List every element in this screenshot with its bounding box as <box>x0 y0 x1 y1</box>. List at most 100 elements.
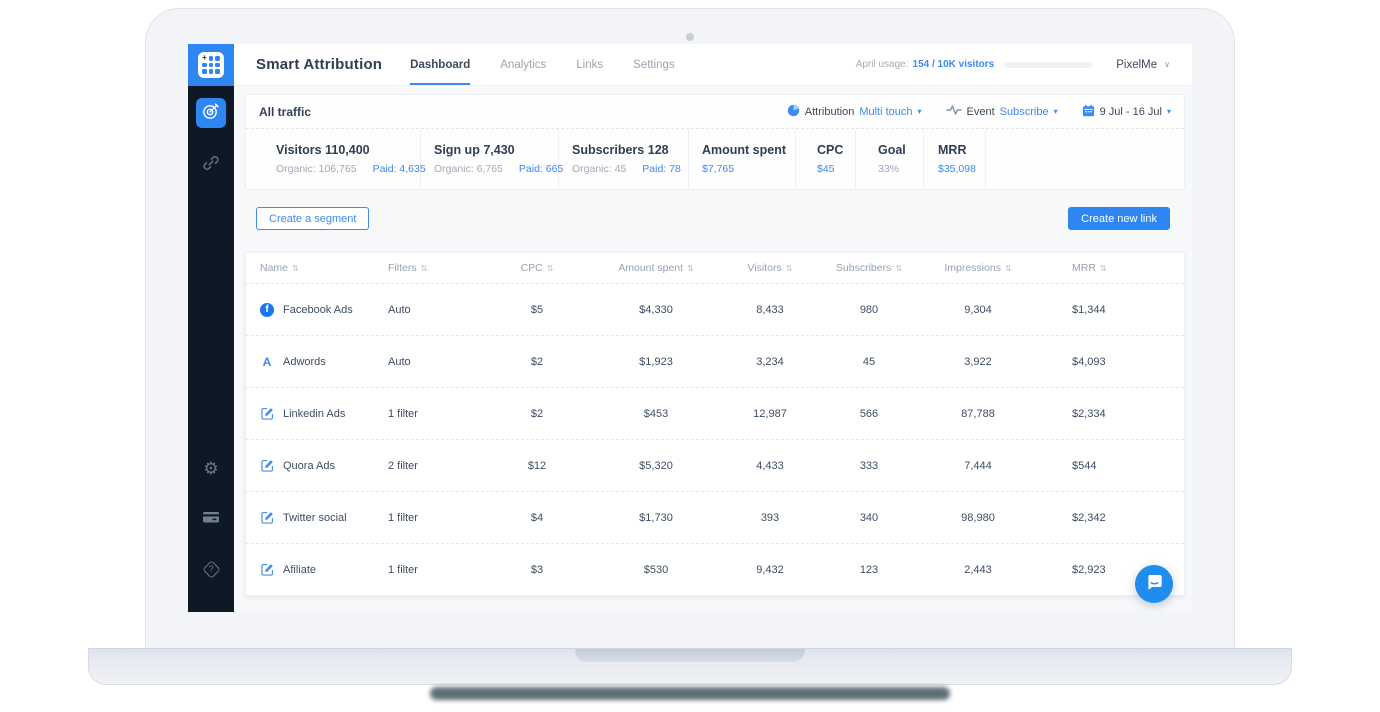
column-label: Visitors <box>748 262 782 274</box>
create-segment-button[interactable]: Create a segment <box>256 207 369 230</box>
pie-chart-icon <box>787 104 800 120</box>
cell-impressions: 87,788 <box>922 408 1034 420</box>
traffic-table: Name⇅Filters⇅CPC⇅Amount spent⇅Visitors⇅S… <box>245 252 1185 596</box>
table-row[interactable]: Twitter social1 filter$4$1,73039334098,9… <box>246 492 1184 544</box>
table-row[interactable]: Quora Ads2 filter$12$5,3204,4333337,444$… <box>246 440 1184 492</box>
column-header-mrr[interactable]: MRR⇅ <box>1034 253 1184 283</box>
edit-icon <box>260 459 274 473</box>
table-row[interactable]: AAdwordsAuto$2$1,9233,234453,922$4,093 <box>246 336 1184 388</box>
edit-icon <box>260 563 274 577</box>
left-rail: + <box>188 44 234 612</box>
column-header-amount[interactable]: Amount spent⇅ <box>588 253 724 283</box>
cell-cpc: $5 <box>486 304 588 316</box>
sort-icon: ⇅ <box>292 264 299 273</box>
sort-icon: ⇅ <box>786 264 793 273</box>
stat-paid: Paid: 78 <box>642 163 681 175</box>
cell-mrr: $544 <box>1034 460 1184 472</box>
stat-paid: Paid: 665 <box>519 163 563 175</box>
cell-name: Linkedin Ads <box>246 407 388 421</box>
cell-name: AAdwords <box>246 355 388 369</box>
stat-value: 33% <box>878 163 899 175</box>
app-header: Smart Attribution Dashboard Analytics Li… <box>234 44 1192 86</box>
cell-impressions: 7,444 <box>922 460 1034 472</box>
app-logo[interactable]: + <box>188 44 234 86</box>
cell-subscribers: 123 <box>816 564 922 576</box>
row-name: Facebook Ads <box>283 304 353 316</box>
stat-value: $7,765 <box>702 163 734 175</box>
facebook-icon: f <box>260 303 274 317</box>
cell-cpc: $4 <box>486 512 588 524</box>
column-header-filters[interactable]: Filters ⇅ <box>388 253 486 283</box>
plus-glyph: + <box>202 56 207 61</box>
cell-amount: $530 <box>588 564 724 576</box>
stat-amount-spent: Amount spent $7,765 <box>689 129 796 189</box>
attribution-dropdown[interactable]: Attribution Multi touch ▾ <box>787 104 922 120</box>
account-name: PixelMe <box>1116 59 1157 71</box>
create-new-link-button[interactable]: Create new link <box>1068 207 1170 230</box>
stat-subscribers: Subscribers 128 Organic: 45 Paid: 78 <box>559 129 689 189</box>
stat-visitors: Visitors 110,400 Organic: 106,765 Paid: … <box>246 129 421 189</box>
sort-icon: ⇅ <box>421 264 428 273</box>
cell-amount: $1,923 <box>588 356 724 368</box>
column-header-impressions[interactable]: Impressions⇅ <box>922 253 1034 283</box>
cell-mrr: $4,093 <box>1034 356 1184 368</box>
edit-icon <box>260 407 274 421</box>
column-header-cpc[interactable]: CPC⇅ <box>486 253 588 283</box>
cell-filters: 1 filter <box>388 512 486 524</box>
cell-filters: 1 filter <box>388 564 486 576</box>
table-row[interactable]: Afiliate1 filter$3$5309,4321232,443$2,92… <box>246 544 1184 595</box>
cell-filters: Auto <box>388 304 486 316</box>
laptop-screen-bezel: + <box>145 8 1235 648</box>
sidebar-item-help[interactable]: ? <box>196 554 226 584</box>
column-label: CPC <box>521 262 543 274</box>
cell-visitors: 9,432 <box>724 564 816 576</box>
stat-value: 128 <box>648 143 669 157</box>
laptop-shadow <box>430 687 950 700</box>
column-label: Name <box>260 262 288 274</box>
sort-icon: ⇅ <box>895 264 902 273</box>
sidebar-item-attribution[interactable] <box>196 98 226 128</box>
sort-icon: ⇅ <box>687 264 694 273</box>
summary-panel: All traffic Attribution Mu <box>245 94 1185 190</box>
cell-impressions: 2,443 <box>922 564 1034 576</box>
cell-filters: Auto <box>388 356 486 368</box>
column-header-name[interactable]: Name ⇅ <box>246 253 388 283</box>
sort-icon: ⇅ <box>1100 264 1107 273</box>
table-header: Name⇅Filters⇅CPC⇅Amount spent⇅Visitors⇅S… <box>246 253 1184 284</box>
tab-dashboard[interactable]: Dashboard <box>410 44 470 85</box>
cell-mrr: $2,342 <box>1034 512 1184 524</box>
date-range-picker[interactable]: 9 Jul - 16 Jul ▾ <box>1082 104 1171 120</box>
intercom-chat-button[interactable] <box>1135 565 1173 603</box>
table-row[interactable]: fFacebook AdsAuto$5$4,3308,4339809,304$1… <box>246 284 1184 336</box>
event-dropdown[interactable]: Event Subscribe ▾ <box>946 104 1058 119</box>
account-menu[interactable]: PixelMe ∨ <box>1116 59 1170 71</box>
tab-links[interactable]: Links <box>576 44 603 85</box>
cell-visitors: 393 <box>724 512 816 524</box>
row-name: Linkedin Ads <box>283 408 345 420</box>
cell-amount: $453 <box>588 408 724 420</box>
column-label: Filters <box>388 262 417 274</box>
table-row[interactable]: Linkedin Ads1 filter$2$45312,98756687,78… <box>246 388 1184 440</box>
main-column: Smart Attribution Dashboard Analytics Li… <box>234 44 1192 612</box>
event-value: Subscribe <box>1000 106 1049 118</box>
column-header-subscribers[interactable]: Subscribers⇅ <box>816 253 922 283</box>
usage-progressbar <box>1004 62 1092 68</box>
stat-cpc: CPC $45 <box>796 129 856 189</box>
stat-value: $45 <box>817 163 835 175</box>
stat-signup: Sign up 7,430 Organic: 6,765 Paid: 665 <box>421 129 559 189</box>
tab-settings[interactable]: Settings <box>633 44 675 85</box>
sidebar-item-settings[interactable]: ⚙ <box>196 454 226 484</box>
page-title: Smart Attribution <box>256 56 382 73</box>
sidebar-item-links[interactable] <box>196 150 226 180</box>
cell-impressions: 3,922 <box>922 356 1034 368</box>
row-name: Afiliate <box>283 564 316 576</box>
laptop-base <box>88 648 1292 685</box>
cell-visitors: 8,433 <box>724 304 816 316</box>
column-header-visitors[interactable]: Visitors ⇅ <box>724 253 816 283</box>
stat-label: Amount spent <box>702 143 795 157</box>
tab-analytics[interactable]: Analytics <box>500 44 546 85</box>
sidebar-item-billing[interactable] <box>196 504 226 534</box>
link-icon <box>202 154 220 177</box>
help-diamond-icon: ? <box>201 559 221 579</box>
cell-subscribers: 45 <box>816 356 922 368</box>
